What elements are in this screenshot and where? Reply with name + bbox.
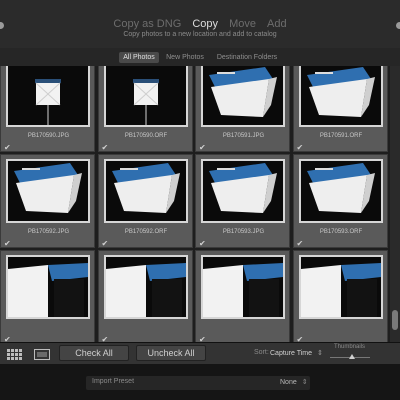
- include-checkbox-icon[interactable]: ✔: [297, 240, 304, 248]
- photo-cell[interactable]: PB170593.ORF ✔: [292, 154, 388, 248]
- photo-thumbnail[interactable]: [201, 159, 285, 223]
- sort-stepper-icon: ⇕: [316, 350, 323, 357]
- photo-cell[interactable]: ✔: [292, 250, 388, 342]
- photo-thumbnail[interactable]: [201, 66, 285, 127]
- photo-filename: PB170593.ORF: [319, 229, 363, 235]
- photo-thumbnail[interactable]: [298, 159, 383, 223]
- photo-thumbnail[interactable]: [103, 159, 188, 223]
- include-checkbox-icon[interactable]: ✔: [297, 144, 304, 152]
- photo-cell[interactable]: PB170592.ORF ✔: [97, 154, 193, 248]
- photo-filename: PB170591.JPG: [222, 133, 265, 139]
- import-preset-select[interactable]: None ⇕: [280, 378, 308, 386]
- include-checkbox-icon[interactable]: ✔: [199, 144, 206, 152]
- filter-destination-folders[interactable]: Destination Folders: [212, 52, 282, 63]
- photo-thumbnail[interactable]: [6, 255, 90, 319]
- photo-cell[interactable]: PB170592.JPG ✔: [0, 154, 95, 248]
- mode-add[interactable]: Add: [267, 18, 287, 30]
- photo-thumbnail[interactable]: [103, 255, 188, 319]
- check-all-button[interactable]: Check All: [59, 345, 129, 361]
- grid-scrollbar-thumb[interactable]: [392, 310, 398, 330]
- photo-thumbnail[interactable]: [103, 66, 188, 127]
- include-checkbox-icon[interactable]: ✔: [4, 240, 11, 248]
- mode-move[interactable]: Move: [229, 18, 256, 30]
- include-checkbox-icon[interactable]: ✔: [4, 144, 11, 152]
- photo-cell[interactable]: PB170591.ORF ✔: [292, 66, 388, 152]
- photo-cell[interactable]: PB170593.JPG ✔: [195, 154, 290, 248]
- include-checkbox-icon[interactable]: ✔: [102, 144, 109, 152]
- preset-dropdown-icon: ⇕: [301, 379, 308, 386]
- photo-cell[interactable]: PB170590.JPG ✔: [0, 66, 95, 152]
- import-preset-value: None: [280, 379, 297, 386]
- mode-description: Copy photos to a new location and add to…: [123, 31, 277, 38]
- photo-filename: PB170590.JPG: [27, 133, 70, 139]
- photo-thumbnail[interactable]: [6, 66, 90, 127]
- photo-thumbnail[interactable]: [298, 66, 383, 127]
- photo-thumbnail[interactable]: [201, 255, 285, 319]
- loupe-view-icon[interactable]: [34, 347, 50, 365]
- photo-filename: PB170592.ORF: [124, 229, 168, 235]
- thumbnail-size-slider-knob[interactable]: [349, 354, 355, 359]
- filter-new-photos[interactable]: New Photos: [163, 52, 207, 63]
- photo-cell[interactable]: PB170591.JPG ✔: [195, 66, 290, 152]
- mode-copy[interactable]: Copy: [192, 18, 218, 30]
- sort-value: Capture Time: [270, 350, 313, 357]
- photo-cell[interactable]: ✔: [195, 250, 290, 342]
- import-mode-selector: Copy as DNG Copy Move Add: [0, 18, 400, 30]
- sort-select[interactable]: Capture Time ⇕: [270, 349, 323, 357]
- photo-cell[interactable]: PB170590.ORF ✔: [97, 66, 193, 152]
- import-preset-label: Import Preset: [92, 378, 135, 385]
- photo-thumbnail[interactable]: [6, 159, 90, 223]
- photo-filename: PB170591.ORF: [319, 133, 363, 139]
- include-checkbox-icon[interactable]: ✔: [199, 240, 206, 248]
- include-checkbox-icon[interactable]: ✔: [102, 240, 109, 248]
- photo-filename: PB170593.JPG: [222, 229, 265, 235]
- grid-view-icon[interactable]: [7, 347, 23, 365]
- grid-scrollbar[interactable]: [390, 66, 400, 342]
- filter-all-photos[interactable]: All Photos: [119, 52, 159, 63]
- photo-filename: PB170592.JPG: [27, 229, 70, 235]
- sort-label: Sort:: [254, 349, 269, 356]
- thumbnails-label: Thumbnails: [334, 344, 366, 350]
- mode-copy-as-dng[interactable]: Copy as DNG: [113, 18, 181, 30]
- photo-cell[interactable]: ✔: [0, 250, 95, 342]
- photo-filename: PB170590.ORF: [124, 133, 168, 139]
- photo-thumbnail[interactable]: [298, 255, 383, 319]
- photo-grid: PB170590.JPG ✔ PB170590.ORF ✔ PB170591.JPG ✔ P…: [0, 66, 390, 342]
- photo-cell[interactable]: ✔: [97, 250, 193, 342]
- uncheck-all-button[interactable]: Uncheck All: [136, 345, 206, 361]
